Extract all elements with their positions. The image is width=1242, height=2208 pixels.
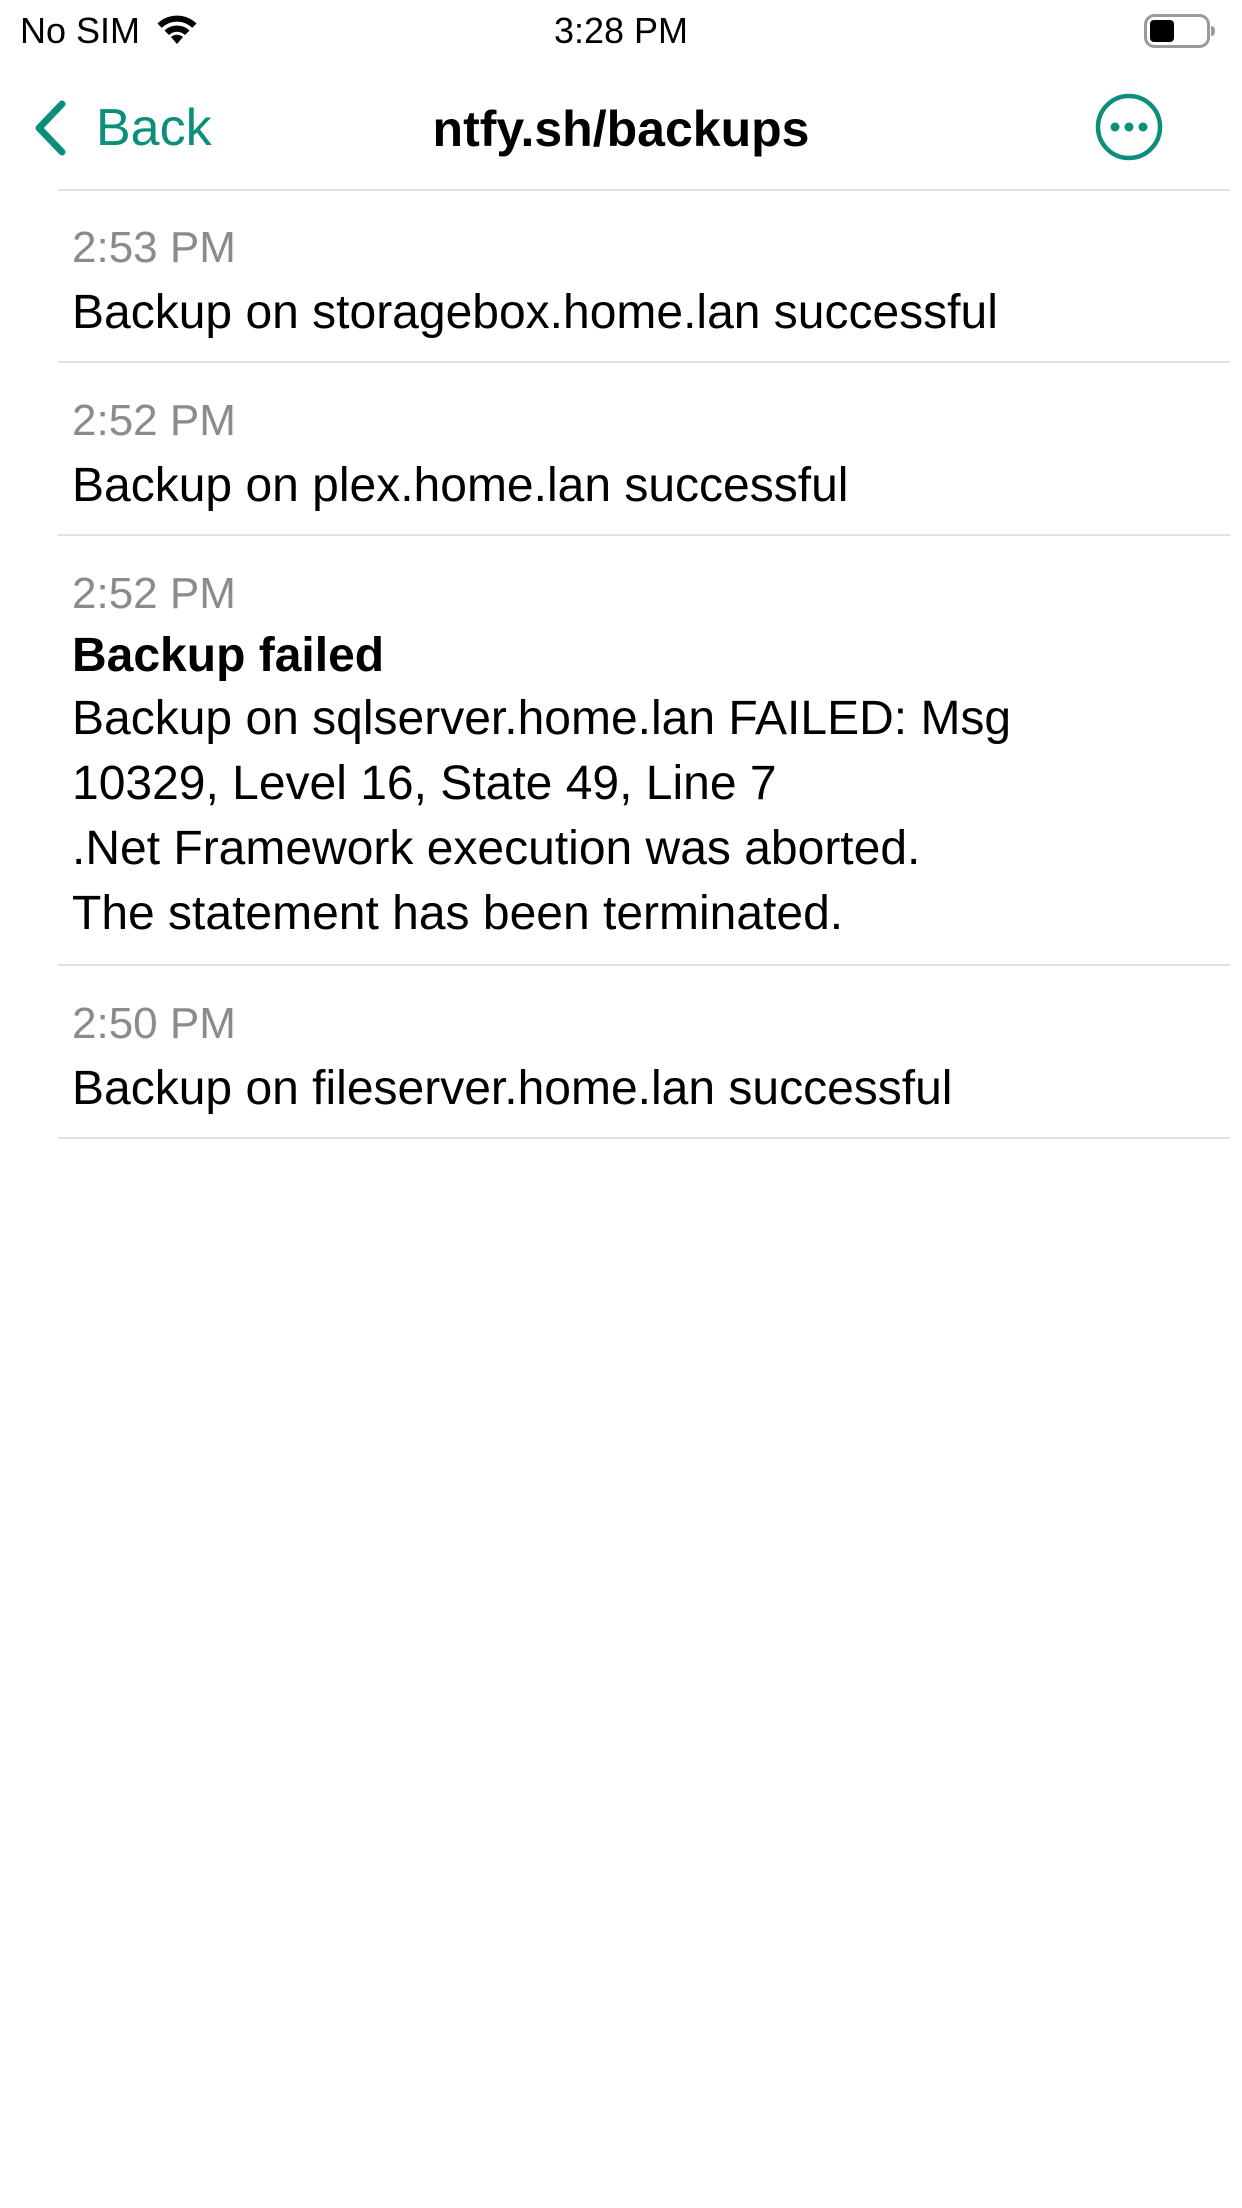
notification-time: 2:50 PM <box>72 999 236 1048</box>
navigation-bar: Back ntfy.sh/backups <box>0 66 1242 191</box>
notification-message: Backup on sqlserver.home.lan FAILED: Msg… <box>72 692 1012 940</box>
notification-list: 2:53 PM Backup on storagebox.home.lan su… <box>0 190 1242 1139</box>
notification-time: 2:52 PM <box>72 396 236 445</box>
notification-item[interactable]: 2:53 PM Backup on storagebox.home.lan su… <box>0 190 1242 363</box>
back-label: Back <box>96 99 212 157</box>
notification-message: Backup on plex.home.lan successful <box>72 459 849 512</box>
page-title: ntfy.sh/backups <box>432 101 810 157</box>
notification-time: 2:53 PM <box>72 223 236 272</box>
notification-time: 2:52 PM <box>72 569 236 618</box>
battery-icon <box>1144 14 1215 48</box>
bottom-safe-area <box>0 2188 1242 2208</box>
notification-item[interactable]: 2:52 PM Backup on plex.home.lan successf… <box>0 363 1242 536</box>
notification-title: Backup failed <box>72 629 385 682</box>
notification-message: Backup on fileserver.home.lan successful <box>72 1062 953 1115</box>
status-time: 3:28 PM <box>553 10 689 51</box>
more-options-icon[interactable] <box>1094 92 1164 162</box>
notification-item[interactable]: 2:50 PM Backup on fileserver.home.lan su… <box>0 966 1242 1139</box>
chevron-left-icon <box>35 100 66 156</box>
notification-message: Backup on storagebox.home.lan successful <box>72 286 998 339</box>
status-bar: No SIM 3:28 PM <box>0 0 1242 62</box>
item-divider <box>58 1137 1230 1139</box>
notification-item[interactable]: 2:52 PM Backup failed Backup on sqlserve… <box>0 536 1242 966</box>
back-button[interactable]: Back <box>32 96 212 160</box>
